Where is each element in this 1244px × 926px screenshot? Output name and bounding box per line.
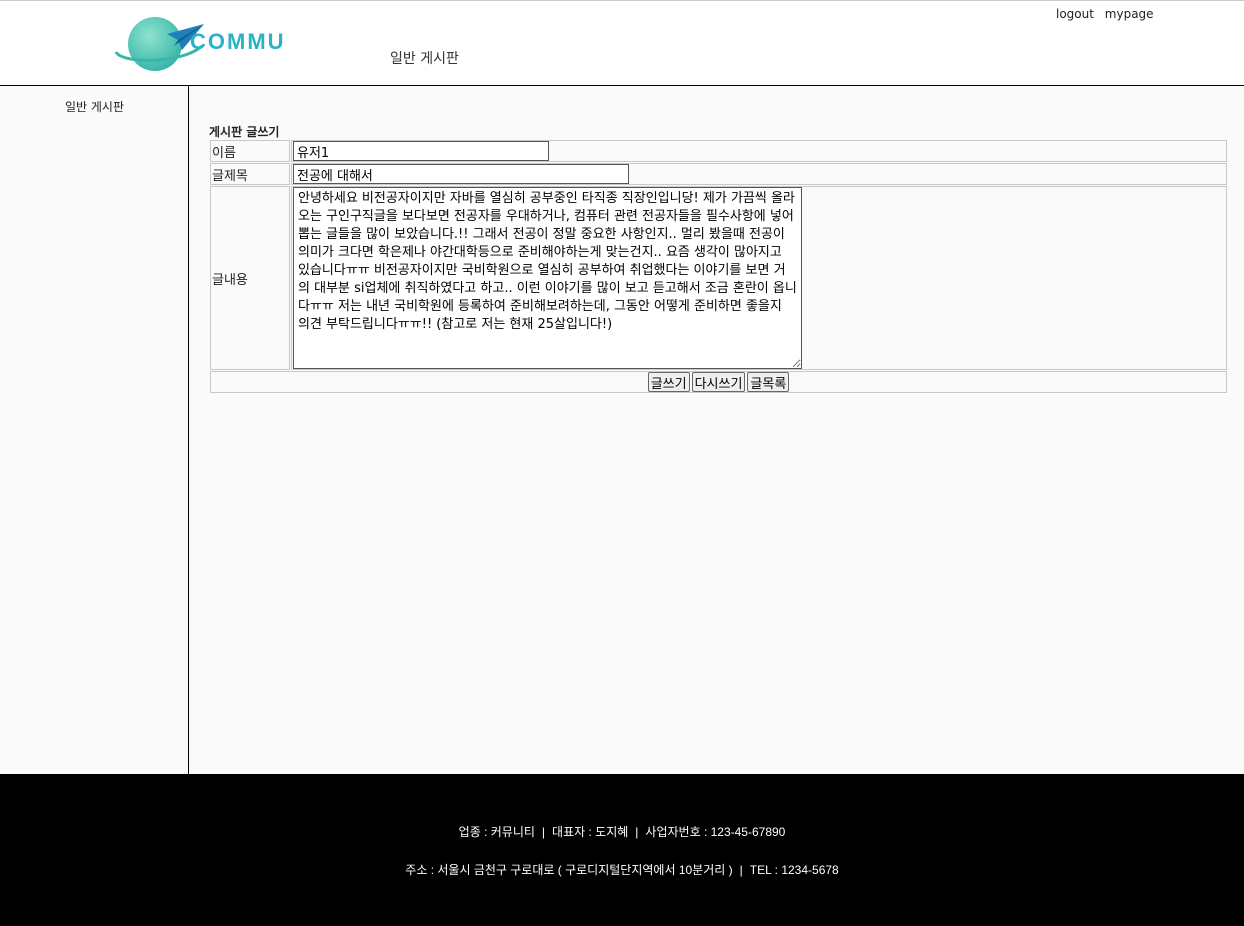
logout-link[interactable]: logout xyxy=(1056,7,1094,21)
sidebar-item-general-board[interactable]: 일반 게시판 xyxy=(0,98,189,115)
submit-button[interactable]: 글쓰기 xyxy=(647,372,690,392)
list-button[interactable]: 글목록 xyxy=(747,372,790,392)
subject-cell xyxy=(291,163,1227,185)
content-cell: 안녕하세요 비전공자이지만 자바를 열심히 공부중인 타직종 직장인입니당! 제… xyxy=(291,186,1227,370)
nav-board-link[interactable]: 일반 게시판 xyxy=(390,48,459,68)
footer-line-2: 주소 : 서울시 금천구 구로대로 ( 구로디지털단지역에서 10분거리 ) | T… xyxy=(0,861,1244,878)
name-cell xyxy=(291,140,1227,162)
site-footer: 업종 : 커뮤니티 | 대표자 : 도지혜 | 사업자번호 : 123-45-67890… xyxy=(0,774,1244,926)
footer-separator: | xyxy=(739,863,743,877)
footer-separator: | xyxy=(635,825,639,839)
name-row: 이름 xyxy=(210,140,1227,162)
subject-input[interactable] xyxy=(293,164,629,184)
footer-business-number: 사업자번호 : 123-45-67890 xyxy=(645,825,786,839)
content-label: 글내용 xyxy=(210,186,290,370)
footer-separator: | xyxy=(541,825,546,839)
subject-row: 글제목 xyxy=(210,163,1227,185)
button-row: 글쓰기 다시쓰기 글목록 xyxy=(210,371,1227,393)
name-label: 이름 xyxy=(210,140,290,162)
footer-business-type: 업종 : 커뮤니티 xyxy=(458,825,535,839)
sidebar: 일반 게시판 xyxy=(0,86,189,774)
form-title: 게시판 글쓰기 xyxy=(209,125,280,139)
footer-address: 주소 : 서울시 금천구 구로대로 ( 구로디지털단지역에서 10분거리 ) xyxy=(405,863,733,877)
top-links: logout mypage xyxy=(1056,7,1161,21)
subject-label: 글제목 xyxy=(210,163,290,185)
button-cell: 글쓰기 다시쓰기 글목록 xyxy=(210,371,1227,393)
footer-tel: TEL : 1234-5678 xyxy=(749,863,839,877)
footer-line-1: 업종 : 커뮤니티 | 대표자 : 도지혜 | 사업자번호 : 123-45-67890 xyxy=(0,823,1244,840)
reset-button[interactable]: 다시쓰기 xyxy=(691,372,746,392)
name-input[interactable] xyxy=(293,141,549,161)
site-header: COMMU 일반 게시판 logout mypage xyxy=(0,0,1244,86)
footer-representative: 대표자 : 도지혜 xyxy=(552,825,629,839)
content-row: 글내용 안녕하세요 비전공자이지만 자바를 열심히 공부중인 타직종 직장인입니… xyxy=(210,186,1227,370)
write-form-table: 이름 글제목 글내용 안녕하세요 비전공자이지만 자바를 열심히 공부중인 타직… xyxy=(209,139,1228,394)
logo-text: COMMU xyxy=(190,29,286,54)
content-textarea[interactable]: 안녕하세요 비전공자이지만 자바를 열심히 공부중인 타직종 직장인입니당! 제… xyxy=(293,187,802,369)
mypage-link[interactable]: mypage xyxy=(1105,7,1154,21)
